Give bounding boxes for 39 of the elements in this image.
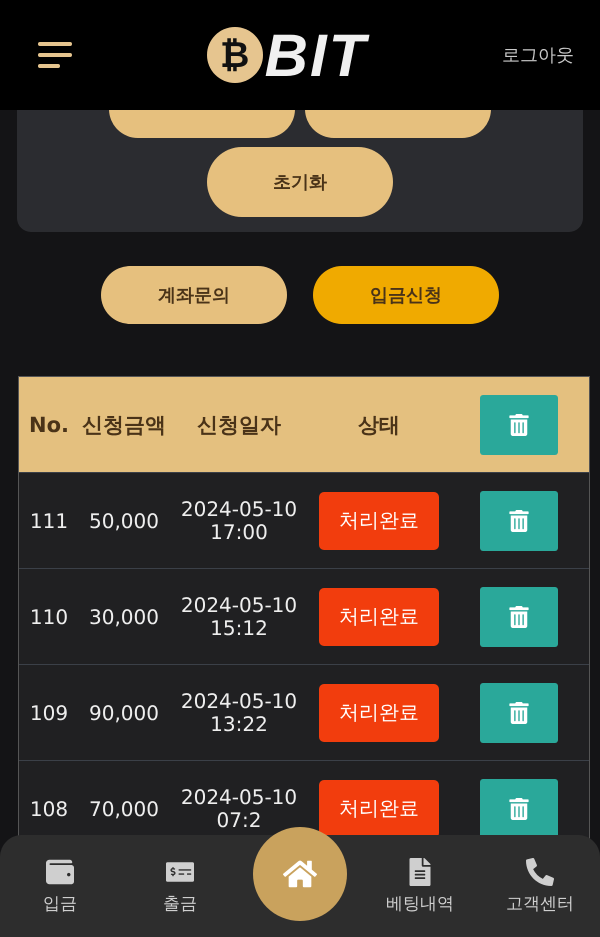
reset-button[interactable]: 초기화 [207,147,393,217]
status-button[interactable]: 처리완료 [319,684,439,742]
logout-link[interactable]: 로그아웃 [502,43,574,67]
logo-text: BIT [264,20,368,90]
phone-icon [526,858,554,886]
column-header: No. [28,412,70,436]
nav-item[interactable]: 입금 [0,856,120,916]
trash-icon [508,510,530,532]
date-cell-text: 2024-05-10 17:00 [180,498,298,544]
nav-item[interactable]: 베팅내역 [360,856,480,916]
nav-item[interactable]: 고객센터 [480,856,600,916]
date-cell-text: 2024-05-10 15:12 [180,594,298,640]
table-cell-text: 50,000 [88,508,160,532]
status-button[interactable]: 처리완료 [319,780,439,838]
nav-item[interactable]: 출금 [120,856,240,916]
date-cell-text: 2024-05-10 13:22 [180,690,298,736]
status-button[interactable]: 처리완료 [319,492,439,550]
trash-icon [508,702,530,724]
menu-icon[interactable] [38,40,72,70]
column-header: 신청일자 [196,412,282,438]
trash-icon [508,606,530,628]
logo-coin: ₿ [206,27,263,83]
table-cell-text: 90,000 [88,700,160,724]
delete-all-button[interactable] [480,394,558,454]
wallet-icon [46,858,74,886]
column-header: 신청금액 [81,412,167,438]
trash-icon [508,414,530,436]
tab-button[interactable]: 입금신청 [313,266,499,324]
table-cell-text: 111 [28,508,70,532]
tab-button[interactable]: 계좌문의 [101,266,287,324]
date-cell-text: 2024-05-10 07:2 [180,786,298,832]
table-cell-text: 108 [28,796,70,820]
status-button[interactable]: 처리완료 [319,588,439,646]
table-cell-text: 70,000 [88,796,160,820]
table-cell-text: 109 [28,700,70,724]
table-cell-text: 110 [28,604,70,628]
column-header: 상태 [357,412,401,438]
trash-icon [508,798,530,820]
table-cell-text: 30,000 [88,604,160,628]
